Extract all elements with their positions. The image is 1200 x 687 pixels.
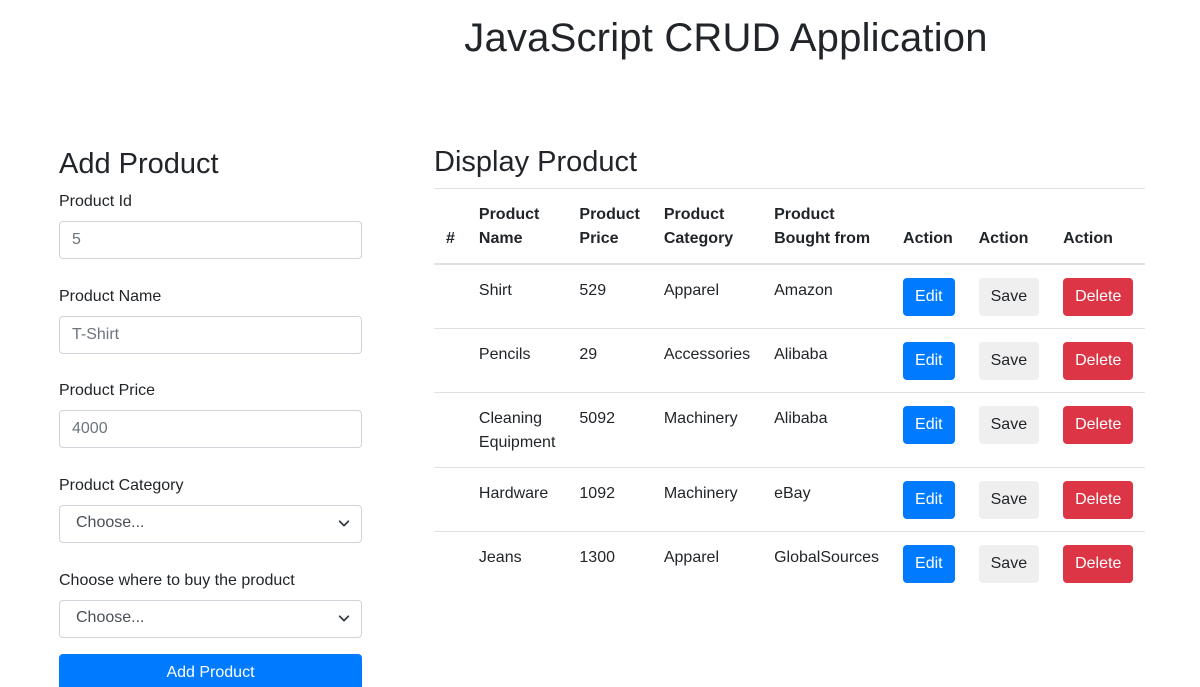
save-button[interactable]: Save	[978, 278, 1040, 316]
page-title: JavaScript CRUD Application	[464, 16, 988, 60]
product-id-input[interactable]	[59, 221, 362, 259]
column-header-action-delete: Action	[1051, 188, 1146, 265]
product-category-selected: Choose...	[76, 514, 145, 531]
save-button[interactable]: Save	[978, 342, 1040, 380]
column-header-name: Product Name	[466, 188, 568, 265]
column-header-category: Product Category	[651, 188, 763, 265]
table-row: Hardware 1092 Machinery eBay Edit Save Delete	[434, 467, 1146, 532]
add-product-form: Add Product Product Id Product Name Prod…	[59, 146, 362, 687]
column-header-index: #	[434, 188, 467, 265]
row-index	[434, 264, 467, 329]
row-product-price: 5092	[567, 392, 652, 468]
row-product-price: 1092	[567, 467, 652, 532]
row-action-cell: Edit	[891, 532, 967, 596]
column-header-action-edit: Action	[891, 188, 967, 265]
buy-from-selected: Choose...	[76, 609, 145, 626]
product-table: # Product Name Product Price Product Cat…	[434, 188, 1146, 596]
column-header-source: Product Bought from	[762, 188, 892, 265]
row-index	[434, 467, 467, 532]
row-product-source: Alibaba	[762, 392, 892, 468]
row-product-category: Apparel	[651, 264, 763, 329]
table-row: Jeans 1300 Apparel GlobalSources Edit Save Del…	[434, 532, 1145, 596]
product-category-label: Product Category	[59, 477, 184, 494]
product-price-label: Product Price	[59, 382, 156, 399]
row-action-cell: Edit	[891, 392, 967, 468]
row-product-price: 1300	[579, 549, 615, 566]
delete-button[interactable]: Delete	[1063, 481, 1134, 519]
column-header-price: Product Price	[567, 188, 652, 265]
buy-from-select[interactable]: Choose...	[59, 600, 362, 638]
edit-button[interactable]: Edit	[903, 545, 955, 583]
row-action-cell: Save	[966, 467, 1052, 532]
edit-button[interactable]: Edit	[903, 342, 955, 380]
product-table-body: Shirt 529 Apparel Amazon Edit Save Delete Penci…	[434, 264, 1146, 596]
row-action-cell: Delete	[1051, 467, 1146, 532]
row-product-name: Shirt	[466, 264, 568, 329]
save-button[interactable]: Save	[978, 481, 1040, 519]
save-button[interactable]: Save	[978, 545, 1040, 583]
row-product-name: Jeans	[478, 549, 522, 566]
row-action-cell: Delete	[1051, 392, 1146, 468]
add-product-button[interactable]: Add Product	[59, 654, 362, 687]
row-product-category: Machinery	[651, 467, 763, 532]
edit-button[interactable]: Edit	[903, 278, 955, 316]
row-product-price: 529	[567, 264, 652, 329]
row-action-cell: Delete	[1051, 532, 1145, 596]
display-product-panel: Display Product # Product Name Product P…	[434, 144, 1146, 595]
row-action-cell: Edit	[891, 264, 967, 329]
display-product-heading: Display Product	[434, 146, 638, 178]
product-category-select[interactable]: Choose...	[59, 505, 362, 543]
product-name-input[interactable]	[59, 316, 362, 354]
row-action-cell: Edit	[891, 328, 967, 393]
row-action-cell: Delete	[1051, 264, 1146, 329]
row-product-source: Alibaba	[762, 328, 892, 393]
row-action-cell: Save	[966, 328, 1052, 393]
product-id-label: Product Id	[59, 193, 132, 210]
buy-from-label: Choose where to buy the product	[59, 572, 295, 589]
row-action-cell: Save	[966, 264, 1052, 329]
edit-button[interactable]: Edit	[903, 406, 955, 444]
add-product-heading: Add Product	[59, 148, 219, 180]
table-row: Cleaning Equipment 5092 Machinery Alibaba Ed…	[434, 392, 1146, 468]
edit-button[interactable]: Edit	[903, 481, 955, 519]
product-name-label: Product Name	[59, 288, 162, 305]
row-action-cell: Edit	[891, 467, 967, 532]
table-header-row: # Product Name Product Price Product Cat…	[434, 188, 1146, 265]
row-product-name: Hardware	[466, 467, 568, 532]
row-product-name: Pencils	[466, 328, 568, 393]
row-action-cell: Save	[967, 532, 1051, 596]
table-row: Shirt 529 Apparel Amazon Edit Save Delete	[434, 264, 1146, 329]
delete-button[interactable]: Delete	[1063, 545, 1134, 583]
row-product-category: Accessories	[651, 328, 763, 393]
row-product-name: Cleaning Equipment	[466, 392, 568, 468]
table-row: Pencils 29 Accessories Alibaba Edit Save Delet…	[434, 328, 1146, 393]
chevron-down-icon	[338, 615, 350, 622]
row-product-price: 29	[567, 328, 652, 393]
row-product-category: Apparel	[663, 549, 719, 566]
save-button[interactable]: Save	[978, 406, 1040, 444]
row-product-category: Machinery	[651, 392, 763, 468]
column-header-action-save: Action	[966, 188, 1052, 265]
delete-button[interactable]: Delete	[1063, 406, 1134, 444]
chevron-down-icon	[338, 520, 350, 527]
row-index	[434, 392, 467, 468]
row-action-cell: Delete	[1051, 328, 1146, 393]
delete-button[interactable]: Delete	[1063, 342, 1134, 380]
row-product-source: GlobalSources	[774, 549, 880, 566]
row-index	[434, 328, 467, 393]
row-product-source: eBay	[762, 467, 892, 532]
row-action-cell: Save	[966, 392, 1052, 468]
row-index	[434, 532, 467, 596]
row-product-source: Amazon	[762, 264, 892, 329]
product-price-input[interactable]	[59, 410, 362, 448]
delete-button[interactable]: Delete	[1063, 278, 1134, 316]
